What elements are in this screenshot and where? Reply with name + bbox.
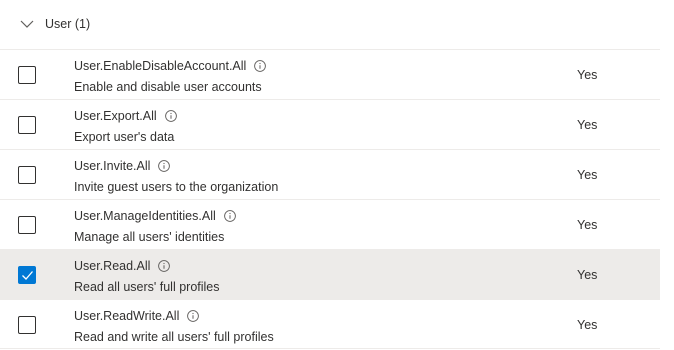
info-icon[interactable]: [254, 60, 267, 72]
permission-row[interactable]: User.EnableDisableAccount.All Enable and…: [0, 49, 660, 99]
permission-checkbox[interactable]: [18, 216, 36, 234]
permission-row[interactable]: User.Invite.All Invite guest users to th…: [0, 149, 660, 199]
checkmark-icon: [22, 271, 33, 280]
permission-description: Invite guest users to the organization: [74, 180, 279, 194]
info-icon[interactable]: [187, 310, 200, 322]
admin-consent-value: Yes: [577, 168, 598, 182]
permission-checkbox[interactable]: [18, 166, 36, 184]
info-icon[interactable]: [158, 160, 171, 172]
permission-checkbox[interactable]: [18, 116, 36, 134]
permission-description: Manage all users' identities: [74, 230, 225, 244]
chevron-down-icon: [20, 20, 34, 28]
permission-row[interactable]: User.ReadWrite.All Read and write all us…: [0, 299, 660, 349]
permission-name: User.ManageIdentities.All: [74, 209, 216, 223]
permission-checkbox[interactable]: [18, 66, 36, 84]
admin-consent-value: Yes: [577, 218, 598, 232]
info-icon[interactable]: [223, 210, 236, 222]
permission-row[interactable]: User.Export.All Export user's data Yes: [0, 99, 660, 149]
permission-description: Read and write all users' full profiles: [74, 330, 274, 344]
permission-name: User.EnableDisableAccount.All: [74, 59, 247, 73]
permission-checkbox[interactable]: [18, 316, 36, 334]
admin-consent-value: Yes: [577, 268, 598, 282]
permission-name: User.Export.All: [74, 109, 157, 123]
group-title: User (1): [45, 17, 91, 31]
permission-description: Read all users' full profiles: [74, 280, 220, 294]
permission-row[interactable]: User.Read.All Read all users' full profi…: [0, 249, 660, 299]
permission-checkbox[interactable]: [18, 266, 36, 284]
info-icon[interactable]: [164, 110, 177, 122]
admin-consent-value: Yes: [577, 318, 598, 332]
permission-description: Export user's data: [74, 130, 175, 144]
admin-consent-value: Yes: [577, 118, 598, 132]
permission-group: User (1) User.EnableDisableAccount.All E…: [0, 0, 674, 350]
permission-name: User.ReadWrite.All: [74, 309, 180, 323]
permission-row[interactable]: User.ManageIdentities.All Manage all use…: [0, 199, 660, 249]
info-icon[interactable]: [158, 260, 171, 272]
group-header-user[interactable]: User (1): [0, 0, 674, 48]
list-divider: [0, 348, 660, 349]
permission-description: Enable and disable user accounts: [74, 80, 262, 94]
admin-consent-value: Yes: [577, 68, 598, 82]
permission-name: User.Read.All: [74, 259, 151, 273]
permission-name: User.Invite.All: [74, 159, 151, 173]
